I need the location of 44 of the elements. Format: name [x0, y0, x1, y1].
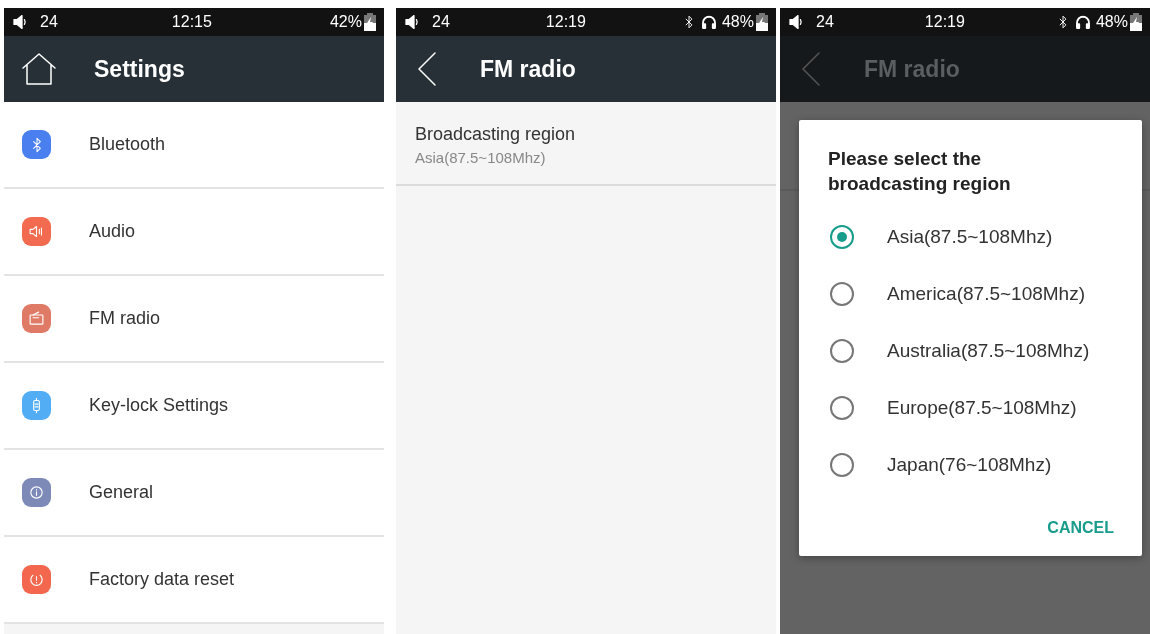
settings-label: Bluetooth: [89, 134, 166, 155]
back-button[interactable]: [416, 51, 438, 87]
battery-percent: 48%: [721, 13, 754, 31]
screen-title: FM radio: [480, 55, 576, 83]
battery-charging-icon: [1130, 13, 1142, 31]
clock-time: 12:19: [545, 13, 586, 31]
radio-button[interactable]: [830, 452, 854, 477]
option-label[interactable]: America(87.5~108Mhz): [887, 281, 1109, 306]
settings-label: Factory data reset: [89, 569, 235, 590]
back-icon: [416, 51, 438, 87]
headphones-icon: [699, 13, 718, 31]
option-label[interactable]: Australia(87.5~108Mhz): [887, 338, 1109, 363]
option-label[interactable]: Europe(87.5~108Mhz): [887, 395, 1109, 420]
battery-charging-icon: [364, 13, 376, 31]
headphones-icon: [1073, 13, 1092, 31]
back-icon: [800, 51, 822, 87]
radio-button[interactable]: [830, 281, 854, 306]
dialog-title: Please select the broadcasting region: [828, 147, 1012, 196]
item-title: Broadcasting region: [415, 124, 577, 145]
home-icon: [20, 50, 58, 88]
clock-time: 12:15: [171, 13, 212, 31]
screen-title: Settings: [94, 55, 185, 83]
battery-percent: 48%: [1095, 13, 1128, 31]
volume-level: 24: [40, 13, 58, 31]
info-icon: [28, 484, 45, 501]
battery-charging-icon: [756, 13, 768, 31]
option-label[interactable]: Japan(76~108Mhz): [887, 452, 1109, 477]
speaker-icon: [28, 223, 45, 240]
screen-title: FM radio: [864, 55, 960, 83]
home-button[interactable]: [20, 50, 58, 88]
settings-label: Key-lock Settings: [89, 395, 229, 416]
radio-button[interactable]: [830, 395, 854, 420]
settings-label: Audio: [89, 221, 136, 242]
radio-button[interactable]: [830, 224, 854, 249]
settings-label: General: [89, 482, 154, 503]
clock-time: 12:19: [924, 13, 965, 31]
radio-icon: [28, 310, 45, 327]
option-label[interactable]: Asia(87.5~108Mhz): [887, 224, 1109, 249]
settings-label: FM radio: [89, 308, 160, 329]
battery-percent: 42%: [329, 13, 362, 31]
volume-level: 24: [816, 13, 834, 31]
item-value: Asia(87.5~108Mhz): [415, 149, 547, 166]
volume-level: 24: [432, 13, 450, 31]
radio-button[interactable]: [830, 338, 854, 363]
